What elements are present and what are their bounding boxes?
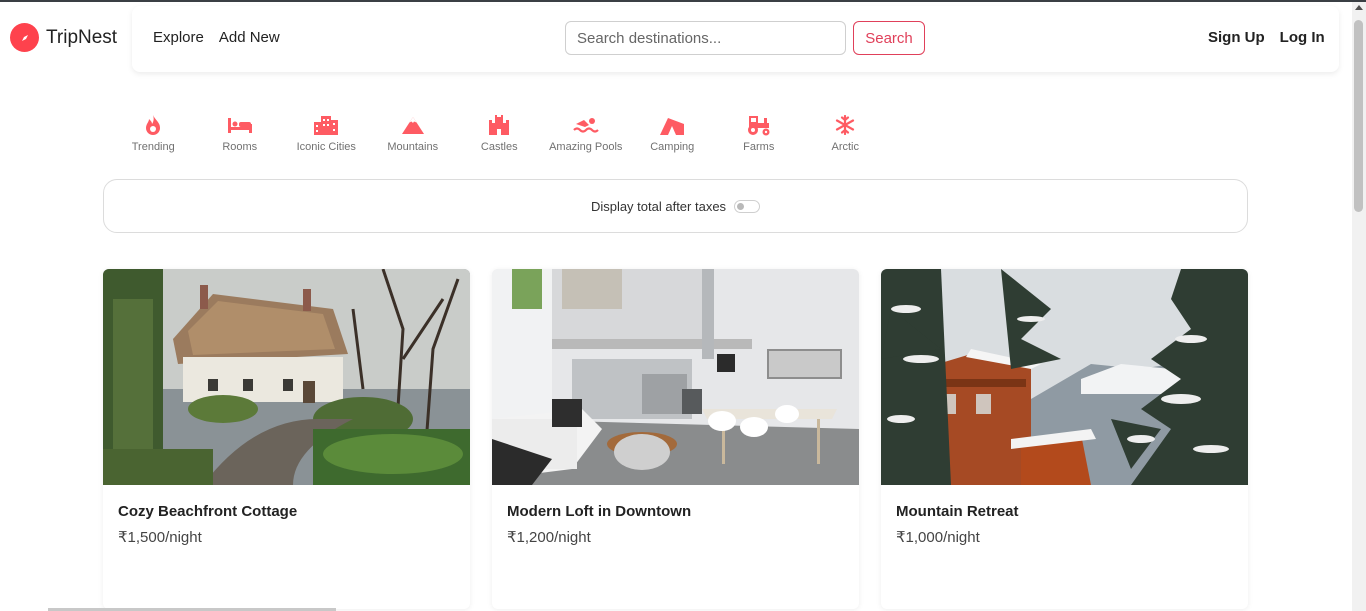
filter-castles[interactable]: Castles <box>456 112 543 153</box>
search-button[interactable]: Search <box>853 21 925 55</box>
scroll-up-arrow-icon[interactable] <box>1355 5 1363 10</box>
filter-label: Arctic <box>831 141 860 153</box>
listing-price: ₹1,500/night <box>118 529 202 546</box>
page-scrollbar[interactable] <box>1352 2 1366 611</box>
listing-card[interactable]: Mountain Retreat ₹1,000/night <box>881 269 1248 609</box>
mountain-icon <box>370 112 457 138</box>
filter-rooms[interactable]: Rooms <box>197 112 284 153</box>
filter-trending[interactable]: Trending <box>110 112 197 153</box>
tractor-icon <box>716 112 803 138</box>
tent-icon <box>629 112 716 138</box>
nav-link-explore[interactable]: Explore <box>153 29 204 46</box>
filter-label: Farms <box>743 141 775 153</box>
auth-links: Sign Up Log In <box>1208 29 1325 46</box>
navbar: TripNest Explore Add New Search Sign Up … <box>0 2 1352 74</box>
compass-icon <box>10 23 39 52</box>
log-in-link[interactable]: Log In <box>1280 29 1325 46</box>
filter-camping[interactable]: Camping <box>629 112 716 153</box>
listing-title: Modern Loft in Downtown <box>507 503 692 520</box>
swimmer-icon <box>543 112 630 138</box>
listing-title: Cozy Beachfront Cottage <box>118 503 298 520</box>
filter-label: Castles <box>480 141 518 153</box>
listing-price: ₹1,200/night <box>507 529 591 546</box>
filter-mountains[interactable]: Mountains <box>370 112 457 153</box>
fire-icon <box>110 112 197 138</box>
filter-iconic-cities[interactable]: Iconic Cities <box>283 112 370 153</box>
sign-up-link[interactable]: Sign Up <box>1208 29 1265 46</box>
filter-arctic[interactable]: Arctic <box>802 112 889 153</box>
toggle-knob <box>737 202 745 210</box>
brand-name: TripNest <box>46 26 118 48</box>
filter-label: Amazing Pools <box>549 141 623 153</box>
search-input[interactable] <box>565 21 846 55</box>
castle-icon <box>456 112 543 138</box>
tax-toggle-label: Display total after taxes <box>590 198 727 214</box>
tax-toggle-panel: Display total after taxes <box>103 179 1248 233</box>
filter-label: Iconic Cities <box>296 141 356 153</box>
scroll-thumb[interactable] <box>1354 20 1363 212</box>
tax-toggle-switch[interactable] <box>734 199 761 213</box>
listing-image-cottage <box>103 269 470 485</box>
city-icon <box>283 112 370 138</box>
filter-farms[interactable]: Farms <box>716 112 803 153</box>
listing-image-mountain <box>881 269 1248 485</box>
category-filters: Trending Rooms Iconic Cities Mountains C… <box>110 112 889 153</box>
listing-image-loft <box>492 269 859 485</box>
nav-link-add-new[interactable]: Add New <box>219 29 280 46</box>
listing-price: ₹1,000/night <box>896 529 980 546</box>
brand-logo[interactable]: TripNest <box>10 23 117 52</box>
filter-label: Mountains <box>387 141 439 153</box>
filter-amazing-pools[interactable]: Amazing Pools <box>543 112 630 153</box>
filter-label: Camping <box>650 141 695 153</box>
snowflake-icon <box>802 112 889 138</box>
nav-links: Explore Add New <box>153 29 280 46</box>
listing-title: Mountain Retreat <box>896 503 1019 520</box>
filter-label: Trending <box>131 141 175 153</box>
listing-card[interactable]: Modern Loft in Downtown ₹1,200/night <box>492 269 859 609</box>
bed-icon <box>197 112 284 138</box>
listing-card[interactable]: Cozy Beachfront Cottage ₹1,500/night <box>103 269 470 609</box>
filter-label: Rooms <box>222 141 258 153</box>
